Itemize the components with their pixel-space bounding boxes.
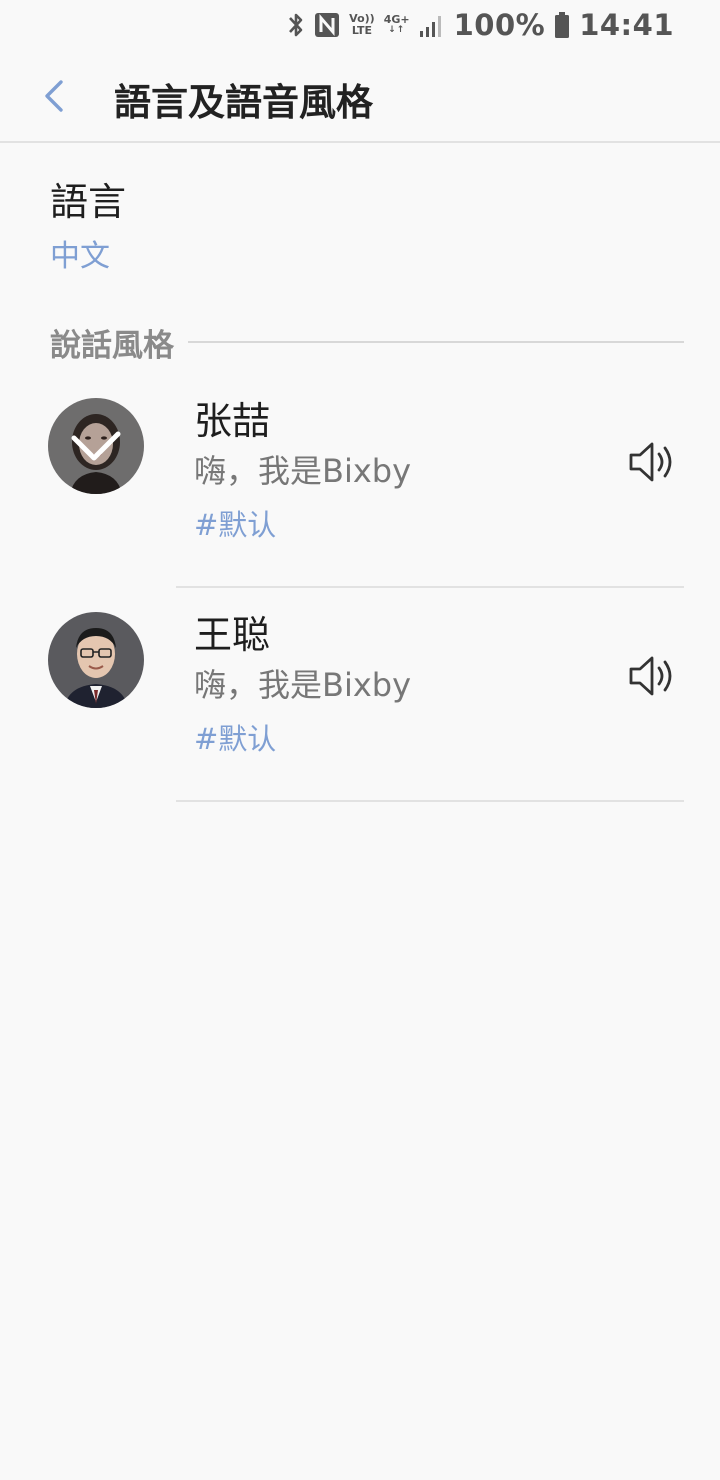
- section-divider: [188, 341, 684, 343]
- volte-bottom-text: LTE: [351, 24, 373, 37]
- play-sample-button[interactable]: [624, 438, 680, 490]
- volte-icon: Vo)) LTE: [349, 13, 375, 37]
- selected-check-icon: [48, 398, 144, 494]
- network-4g-icon: 4G+ ↓↑: [384, 14, 410, 36]
- page-title: 語言及語音風格: [114, 81, 373, 124]
- voice-item-wangcong[interactable]: 王聪 嗨，我是Bixby #默认: [0, 588, 720, 802]
- avatar: [48, 398, 144, 494]
- network-arrows-text: ↓↑: [388, 25, 406, 35]
- voice-item-zhangzhe[interactable]: 张喆 嗨，我是Bixby #默认: [0, 374, 720, 588]
- voice-tag: #默认: [194, 508, 277, 542]
- speaker-icon: [627, 440, 677, 488]
- signal-icon: [419, 12, 445, 38]
- app-bar: 語言及語音風格: [0, 50, 720, 143]
- voice-name: 王聪: [194, 613, 271, 657]
- language-label: 語言: [50, 180, 127, 224]
- speaker-icon: [627, 654, 677, 702]
- battery-icon: [554, 11, 570, 39]
- nfc-icon: [314, 11, 340, 39]
- network-type-text: 4G+: [383, 13, 410, 26]
- voice-greeting: 嗨，我是Bixby: [194, 666, 412, 704]
- language-value: 中文: [50, 239, 110, 274]
- voice-name: 张喆: [194, 399, 271, 443]
- item-divider: [176, 800, 684, 802]
- voice-greeting: 嗨，我是Bixby: [194, 452, 412, 490]
- battery-percent: 100%: [453, 8, 546, 42]
- male-avatar: [48, 612, 144, 708]
- voice-tag: #默认: [194, 722, 277, 756]
- bluetooth-icon: [287, 11, 305, 39]
- clock: 14:41: [579, 8, 674, 42]
- speaking-style-header: 說話風格: [50, 322, 684, 364]
- play-sample-button[interactable]: [624, 652, 680, 704]
- status-bar: Vo)) LTE 4G+ ↓↑ 100% 14:41: [0, 0, 720, 50]
- language-setting[interactable]: 語言 中文: [0, 145, 720, 275]
- speaking-style-title: 說話風格: [50, 327, 174, 364]
- screen: Vo)) LTE 4G+ ↓↑ 100% 14:41 語言及語音風格 語言 中文…: [0, 0, 720, 1480]
- chevron-left-icon: [42, 78, 66, 118]
- avatar: [48, 612, 144, 708]
- back-button[interactable]: [32, 76, 76, 120]
